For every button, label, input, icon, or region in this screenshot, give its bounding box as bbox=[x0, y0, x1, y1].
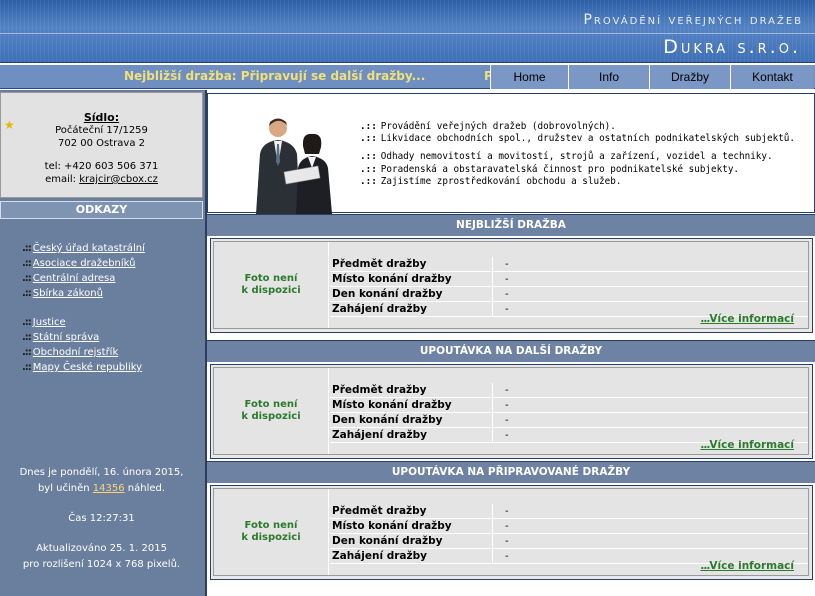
links-heading: ODKAZY bbox=[0, 201, 203, 219]
bullet: .:: bbox=[22, 258, 32, 269]
table-row: Předmět dražby - bbox=[330, 383, 808, 398]
menu-item-kontakt[interactable]: Kontakt bbox=[730, 65, 814, 89]
email-label: email: bbox=[45, 174, 77, 185]
more-info-link[interactable]: ...Více informací bbox=[700, 313, 794, 325]
auction-details: Předmět dražby - Místo konání dražby - Den… bbox=[330, 257, 808, 317]
menu-item-home[interactable]: Home bbox=[490, 65, 568, 89]
intro-line: .:: Poradenská a obstaravatelská činnost … bbox=[360, 163, 740, 175]
link-asociace[interactable]: Asociace dražebníků bbox=[33, 258, 136, 269]
list-item: .:: Sbírka zákonů bbox=[22, 286, 145, 301]
resolution-line: pro rozlišení 1024 x 768 pixelů. bbox=[22, 559, 181, 570]
bullet: .:: bbox=[22, 332, 32, 343]
site-info: Dnes je pondělí, 16. února 2015, byl uči… bbox=[0, 465, 203, 573]
menu-item-info[interactable]: Info bbox=[568, 65, 649, 89]
star-icon: ★ bbox=[4, 118, 15, 132]
auction-box: Foto není k dispozici Předmět dražby - Mís… bbox=[210, 364, 813, 459]
updated-line: Aktualizováno 25. 1. 2015 bbox=[36, 543, 167, 554]
intro-text: .:: Provádění veřejných dražeb (dobrovoln… bbox=[360, 121, 795, 188]
section-heading-nejblizsi: NEJBLIŽŠÍ DRAŽBA bbox=[207, 214, 815, 236]
more-info-link[interactable]: ...Více informací bbox=[700, 439, 794, 451]
clock: Čas 12:27:31 bbox=[68, 513, 135, 524]
navigation-bar: Nejbližší dražba: Připravují se další dr… bbox=[0, 64, 815, 89]
views-suffix: náhled. bbox=[127, 483, 166, 494]
more-info-link[interactable]: ...Více informací bbox=[700, 560, 794, 572]
auction-box: Foto není k dispozici Předmět dražby - Mís… bbox=[210, 238, 813, 333]
list-item: .:: Státní správa bbox=[22, 330, 145, 345]
business-people-image bbox=[256, 118, 332, 214]
table-row: Místo konání dražby - bbox=[330, 519, 808, 534]
header-subtitle: Provádění veřejných dražeb bbox=[583, 12, 803, 28]
section-heading-dalsi: UPOUTÁVKA NA DALŠÍ DRAŽBY bbox=[207, 340, 815, 362]
auction-details: Předmět dražby - Místo konání dražby - Den… bbox=[330, 383, 808, 443]
address-email-row: email: krajcir@cbox.cz bbox=[1, 173, 202, 186]
link-justice[interactable]: Justice bbox=[33, 317, 66, 328]
section-heading-pripravovane: UPOUTÁVKA NA PŘIPRAVOVANÉ DRAŽBY bbox=[207, 461, 815, 483]
bullet: .:: bbox=[22, 317, 32, 328]
left-sidebar: ★ Sídlo: Počáteční 17/1259 702 00 Ostrav… bbox=[0, 90, 205, 596]
ticker-text: Nejbližší dražba: Připravují se další dr… bbox=[124, 69, 426, 83]
intro-line: .:: Odhady nemovitostí a movitostí, stroj… bbox=[360, 151, 773, 163]
views-counter[interactable]: 14356 bbox=[93, 483, 125, 494]
list-item: .:: Český úřad katastrální bbox=[22, 241, 145, 256]
date-line: Dnes je pondělí, 16. února 2015, bbox=[19, 467, 184, 478]
main-menu: Home Info Dražby Kontakt bbox=[490, 65, 814, 89]
link-obchodni-rejstrik[interactable]: Obchodní rejstřík bbox=[33, 347, 118, 358]
bullet: .:: bbox=[22, 273, 32, 284]
link-centralni-adresa[interactable]: Centrální adresa bbox=[33, 273, 116, 284]
bullet: .:: bbox=[22, 362, 32, 373]
address-street: Počáteční 17/1259 bbox=[55, 125, 148, 136]
list-item: .:: Centrální adresa bbox=[22, 271, 145, 286]
link-sbirka-zakonu[interactable]: Sbírka zákonů bbox=[33, 288, 103, 299]
table-row: Předmět dražby - bbox=[330, 257, 808, 272]
views-prefix: byl učiněn bbox=[37, 483, 90, 494]
bullet: .:: bbox=[22, 243, 32, 254]
links-list: .:: Český úřad katastrální .:: Asociace dr… bbox=[22, 241, 145, 375]
views-line: byl učiněn 14356 náhled. bbox=[0, 481, 203, 497]
table-row: Místo konání dražby - bbox=[330, 272, 808, 287]
list-item: .:: Asociace dražebníků bbox=[22, 256, 145, 271]
intro-box: .:: Provádění veřejných dražeb (dobrovoln… bbox=[207, 93, 815, 214]
list-item: .:: Mapy České republiky bbox=[22, 360, 145, 375]
link-statni-sprava[interactable]: Státní správa bbox=[33, 332, 99, 343]
table-row: Den konání dražby - bbox=[330, 413, 808, 428]
link-cuzk[interactable]: Český úřad katastrální bbox=[33, 243, 145, 254]
list-item: .:: Obchodní rejstřík bbox=[22, 345, 145, 360]
intro-line: .:: Zajistíme zprostředkování obchodu a s… bbox=[360, 175, 622, 187]
list-item: .:: Justice bbox=[22, 315, 145, 330]
header-title: Dukra s.r.o. bbox=[663, 36, 801, 58]
bullet: .:: bbox=[22, 347, 32, 358]
table-row: Místo konání dražby - bbox=[330, 398, 808, 413]
main-content: .:: Provádění veřejných dražeb (dobrovoln… bbox=[205, 90, 815, 596]
photo-placeholder: Foto není k dispozici bbox=[214, 489, 329, 575]
address-box: ★ Sídlo: Počáteční 17/1259 702 00 Ostrav… bbox=[0, 92, 203, 198]
menu-item-drazby[interactable]: Dražby bbox=[649, 65, 730, 89]
table-row: Předmět dražby - bbox=[330, 504, 808, 519]
bullet: .:: bbox=[22, 288, 32, 299]
photo-placeholder: Foto není k dispozici bbox=[214, 242, 329, 328]
banner-divider bbox=[0, 33, 815, 34]
address-label: Sídlo: bbox=[83, 111, 120, 124]
header-banner: Provádění veřejných dražeb Dukra s.r.o. bbox=[0, 0, 815, 63]
intro-line: .:: Likvidace obchodních spol., družstev … bbox=[360, 133, 795, 145]
intro-line: .:: Provádění veřejných dražeb (dobrovoln… bbox=[360, 121, 616, 132]
address-city: 702 00 Ostrava 2 bbox=[58, 138, 145, 149]
email-link[interactable]: krajcir@cbox.cz bbox=[79, 174, 158, 185]
auction-details: Předmět dražby - Místo konání dražby - Den… bbox=[330, 504, 808, 564]
photo-placeholder: Foto není k dispozici bbox=[214, 368, 329, 454]
auction-box: Foto není k dispozici Předmět dražby - Mís… bbox=[210, 485, 813, 580]
address-phone: tel: +420 603 506 371 bbox=[44, 161, 159, 172]
table-row: Den konání dražby - bbox=[330, 534, 808, 549]
link-mapy[interactable]: Mapy České republiky bbox=[33, 362, 142, 373]
table-row: Den konání dražby - bbox=[330, 287, 808, 302]
